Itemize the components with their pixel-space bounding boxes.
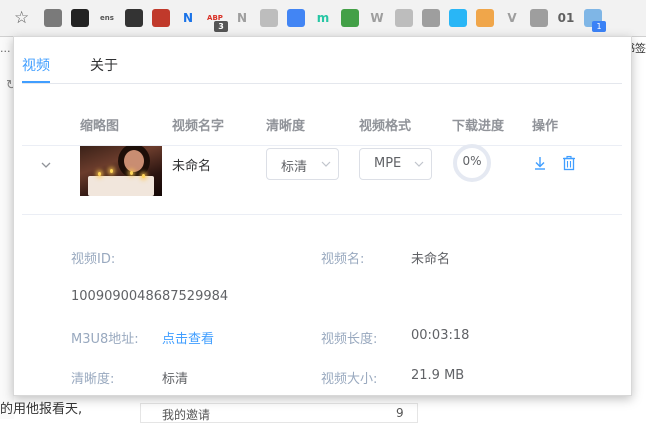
header-name: 视频名字 xyxy=(172,119,225,134)
chevron-down-icon[interactable] xyxy=(38,157,54,173)
extension-popup: 视频 关于 缩略图 视频名字 清晰度 视频格式 下载进度 操作 未命名 标清 M… xyxy=(13,36,632,396)
ext-qr2-icon[interactable] xyxy=(125,9,143,27)
tab-video[interactable]: 视频 xyxy=(22,55,50,75)
background-text: ... xyxy=(0,42,11,55)
active-tab-indicator xyxy=(22,81,50,83)
header-thumbnail: 缩略图 xyxy=(80,119,120,134)
ext-video-icon[interactable]: 1 xyxy=(584,9,606,32)
header-progress: 下载进度 xyxy=(452,119,505,134)
extension-badge: 1 xyxy=(592,21,606,32)
ext-v-icon[interactable]: V xyxy=(503,9,521,27)
ext-swirl-icon[interactable] xyxy=(260,9,278,27)
header-actions: 操作 xyxy=(532,119,559,134)
format-select[interactable]: MPEG-TS xyxy=(359,148,432,180)
video-id-value: 1009090048687529984 xyxy=(71,289,229,304)
size-label: 视频大小: xyxy=(321,372,378,387)
chevron-down-icon xyxy=(321,161,331,167)
video-name-label: 视频名: xyxy=(321,252,365,267)
tab-about[interactable]: 关于 xyxy=(90,55,118,75)
ext-check-icon[interactable] xyxy=(449,9,467,27)
tab-bar: 视频 关于 xyxy=(22,37,622,84)
download-icon[interactable] xyxy=(532,155,548,171)
video-name: 未命名 xyxy=(172,159,212,174)
header-quality: 清晰度 xyxy=(266,119,306,134)
ext-n2-icon[interactable]: N xyxy=(233,9,251,27)
format-select-value: MPEG-TS xyxy=(374,156,402,171)
browser-toolbar: ☆ ens N ABP 3 Nm W V 01 1 xyxy=(0,0,646,37)
background-page xyxy=(0,37,14,419)
m3u8-label: M3U8地址: xyxy=(71,332,139,347)
ext-cookie-icon[interactable] xyxy=(476,9,494,27)
ext-tree-icon[interactable] xyxy=(422,9,440,27)
ext-mask-icon[interactable] xyxy=(152,9,170,27)
delete-icon[interactable] xyxy=(561,155,577,171)
size-value: 21.9 MB xyxy=(411,368,465,383)
ext-camera-icon[interactable] xyxy=(395,9,413,27)
quality-select[interactable]: 标清 xyxy=(266,148,339,180)
duration-value: 00:03:18 xyxy=(411,328,470,343)
ext-google-icon[interactable] xyxy=(287,9,305,27)
quality-select-value: 标清 xyxy=(281,160,308,175)
ext-abp-icon[interactable]: ABP 3 xyxy=(206,9,228,32)
extension-badge: 3 xyxy=(214,21,228,32)
ext-parachute-icon[interactable] xyxy=(530,9,548,27)
quality-label: 清晰度: xyxy=(71,372,115,387)
star-icon[interactable]: ☆ xyxy=(14,8,29,28)
header-format: 视频格式 xyxy=(359,119,412,134)
duration-label: 视频长度: xyxy=(321,332,378,347)
chevron-down-icon xyxy=(414,161,424,167)
video-id-label: 视频ID: xyxy=(71,252,116,267)
quality-value: 标清 xyxy=(162,372,189,387)
m3u8-link[interactable]: 点击查看 xyxy=(162,328,214,347)
ext-01-icon[interactable]: 01 xyxy=(557,9,575,27)
ext-qr-icon[interactable] xyxy=(71,9,89,27)
ext-w-icon[interactable]: W xyxy=(368,9,386,27)
background-text: 的用他报看天, xyxy=(0,402,83,417)
download-progress-label: 0% xyxy=(462,154,482,168)
row-divider xyxy=(22,214,622,215)
ext-m-icon[interactable]: m xyxy=(314,9,332,27)
ext-grid-icon[interactable] xyxy=(44,9,62,27)
video-thumbnail xyxy=(80,146,162,196)
video-name-value: 未命名 xyxy=(411,252,451,267)
background-invite-label: 我的邀请 xyxy=(162,408,211,422)
ext-n-icon[interactable]: N xyxy=(179,9,197,27)
background-invite-count: 9 xyxy=(396,406,404,420)
ext-compass-icon[interactable] xyxy=(341,9,359,27)
ext-ens-icon[interactable]: ens xyxy=(98,9,116,27)
